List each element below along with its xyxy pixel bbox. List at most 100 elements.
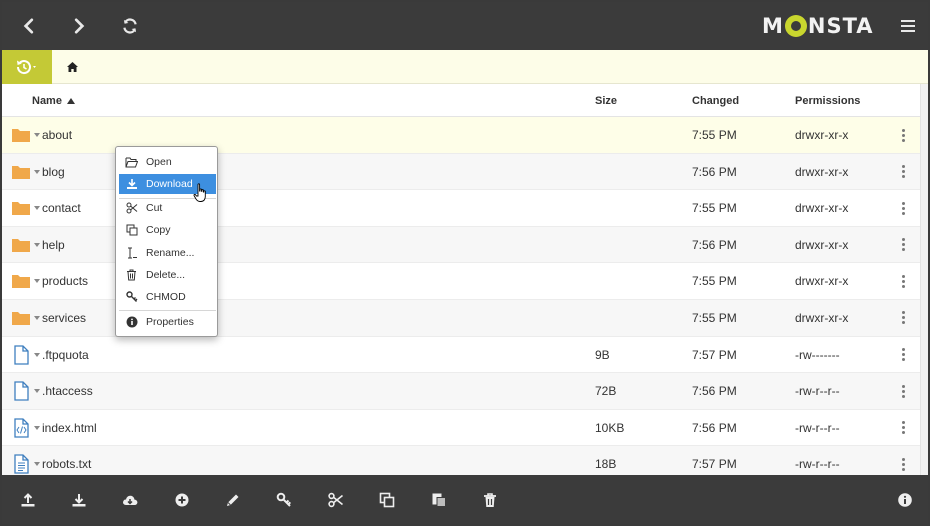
context-menu-delete[interactable]: Delete... <box>119 265 216 285</box>
upload-button[interactable] <box>13 475 43 524</box>
file-changed: 7:55 PM <box>692 128 737 142</box>
column-header-name[interactable]: Name <box>32 95 76 107</box>
file-permissions: -rw-r--r-- <box>795 420 840 435</box>
delete-button[interactable] <box>475 475 505 524</box>
file-name[interactable]: index.html <box>42 421 97 435</box>
download-button[interactable] <box>64 475 94 524</box>
more-vertical-icon[interactable] <box>895 199 911 217</box>
row-menu-caret-icon[interactable] <box>34 279 40 284</box>
more-vertical-icon[interactable] <box>895 419 911 437</box>
file-name[interactable]: contact <box>42 201 81 215</box>
more-vertical-icon[interactable] <box>895 309 911 327</box>
column-header-size[interactable]: Size <box>595 95 617 107</box>
more-vertical-icon[interactable] <box>895 455 911 473</box>
logo-eye-icon <box>784 15 807 37</box>
file-manager-window: M NSTA Name Size Changed Permissions abo… <box>0 0 930 526</box>
scissors-icon <box>328 492 343 507</box>
file-name[interactable]: services <box>42 311 86 325</box>
file-changed: 7:57 PM <box>692 347 737 362</box>
paste-icon <box>432 493 446 507</box>
cut-button[interactable] <box>321 475 351 524</box>
trash-icon <box>484 492 496 507</box>
file-name[interactable]: .ftpquota <box>42 348 89 362</box>
forward-button[interactable] <box>54 2 104 50</box>
table-row[interactable]: index.html 10KB 7:56 PM -rw-r--r-- <box>2 410 920 447</box>
file-changed: 7:56 PM <box>692 384 737 399</box>
folder-open-icon <box>125 156 138 169</box>
file-size: 18B <box>595 457 617 472</box>
menu-button[interactable] <box>890 2 926 50</box>
more-vertical-icon[interactable] <box>895 346 911 364</box>
download-icon <box>125 178 138 191</box>
scrollbar[interactable] <box>920 84 928 475</box>
context-menu-properties[interactable]: Properties <box>119 312 216 332</box>
refresh-button[interactable] <box>105 2 155 50</box>
context-menu-open[interactable]: Open <box>119 152 216 172</box>
row-menu-caret-icon[interactable] <box>34 389 40 394</box>
file-name[interactable]: robots.txt <box>42 457 91 471</box>
more-vertical-icon[interactable] <box>895 163 911 181</box>
row-menu-caret-icon[interactable] <box>34 315 40 320</box>
paste-button[interactable] <box>424 475 454 524</box>
table-row[interactable]: .ftpquota 9B 7:57 PM -rw------- <box>2 337 920 374</box>
back-button[interactable] <box>4 2 54 50</box>
file-name[interactable]: products <box>42 274 88 288</box>
info-button[interactable] <box>890 475 920 524</box>
row-menu-caret-icon[interactable] <box>34 133 40 137</box>
context-menu-chmod[interactable]: CHMOD <box>119 287 216 307</box>
column-header-changed[interactable]: Changed <box>692 95 739 107</box>
copy-button[interactable] <box>372 475 402 524</box>
info-icon <box>125 316 138 329</box>
top-bar: M NSTA <box>2 2 928 50</box>
scissors-icon <box>125 202 138 215</box>
file-changed: 7:56 PM <box>692 237 737 252</box>
file-permissions: -rw------- <box>795 347 840 362</box>
folder-icon <box>12 238 30 252</box>
more-vertical-icon[interactable] <box>895 382 911 400</box>
history-button[interactable] <box>2 50 52 84</box>
file-permissions: drwxr-xr-x <box>795 201 849 216</box>
file-name[interactable]: about <box>42 128 72 142</box>
row-menu-caret-icon[interactable] <box>34 242 40 247</box>
folder-icon <box>12 202 30 216</box>
copy-icon <box>125 224 138 237</box>
folder-icon <box>12 311 30 325</box>
code-file-icon <box>14 418 29 438</box>
file-changed: 7:56 PM <box>692 164 737 179</box>
bottom-toolbar <box>2 475 928 524</box>
context-menu-rename[interactable]: Rename... <box>119 243 216 263</box>
row-menu-caret-icon[interactable] <box>34 462 40 467</box>
file-name[interactable]: help <box>42 238 65 252</box>
table-row[interactable]: .htaccess 72B 7:56 PM -rw-r--r-- <box>2 373 920 410</box>
trash-icon <box>125 269 138 282</box>
file-changed: 7:55 PM <box>692 201 737 216</box>
sort-up-icon <box>67 98 76 104</box>
chevron-right-icon <box>74 18 85 34</box>
file-permissions: drwxr-xr-x <box>795 128 849 142</box>
more-vertical-icon[interactable] <box>895 272 911 290</box>
file-changed: 7:56 PM <box>692 420 737 435</box>
file-changed: 7:57 PM <box>692 457 737 472</box>
context-menu-copy[interactable]: Copy <box>119 220 216 240</box>
row-menu-caret-icon[interactable] <box>34 206 40 211</box>
new-item-button[interactable] <box>167 475 197 524</box>
file-permissions: drwxr-xr-x <box>795 310 849 325</box>
more-vertical-icon[interactable] <box>895 236 911 254</box>
breadcrumb <box>2 50 928 84</box>
cloud-download-button[interactable] <box>115 475 145 524</box>
row-menu-caret-icon[interactable] <box>34 169 40 174</box>
file-changed: 7:55 PM <box>692 274 737 289</box>
history-icon <box>16 60 36 75</box>
upload-icon <box>21 492 35 506</box>
row-menu-caret-icon[interactable] <box>34 425 40 430</box>
chmod-button[interactable] <box>269 475 299 524</box>
column-header-permissions[interactable]: Permissions <box>795 95 860 107</box>
home-crumb[interactable] <box>62 50 82 84</box>
file-name[interactable]: .htaccess <box>42 384 93 398</box>
file-icon <box>14 381 29 401</box>
edit-button[interactable] <box>218 475 248 524</box>
more-vertical-icon[interactable] <box>895 126 911 144</box>
row-menu-caret-icon[interactable] <box>34 352 40 357</box>
file-name[interactable]: blog <box>42 165 65 179</box>
context-menu-divider <box>119 310 216 311</box>
